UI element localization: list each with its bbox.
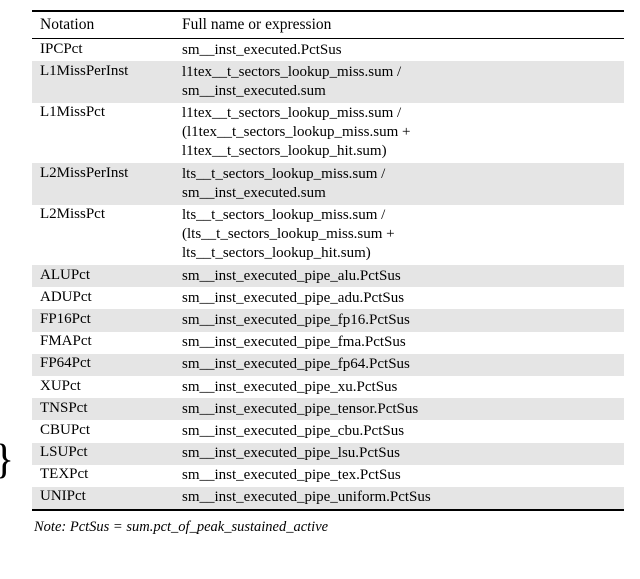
table-row: FMAPctsm__inst_executed_pipe_fma.PctSus <box>32 332 624 354</box>
table-row: L2MissPctlts__t_sectors_lookup_miss.sum … <box>32 205 624 266</box>
cell-notation: FP64Pct <box>32 354 174 376</box>
table-row: ALUPctsm__inst_executed_pipe_alu.PctSus <box>32 265 624 287</box>
cell-notation: CBUPct <box>32 420 174 442</box>
cell-expression: sm__inst_executed_pipe_uniform.PctSus <box>174 487 624 510</box>
footnote: Note: PctSus = sum.pct_of_peak_sustained… <box>32 519 624 536</box>
cell-notation: LSUPct <box>32 443 174 465</box>
cell-notation: TNSPct <box>32 398 174 420</box>
cell-notation: XUPct <box>32 376 174 398</box>
cell-notation: FP16Pct <box>32 309 174 331</box>
cell-notation: L2MissPerInst <box>32 163 174 204</box>
page-container: } Notation Full name or expression IPCPc… <box>0 0 640 579</box>
cell-expression: sm__inst_executed_pipe_adu.PctSus <box>174 287 624 309</box>
cell-expression: sm__inst_executed_pipe_lsu.PctSus <box>174 443 624 465</box>
left-brace-glyph: } <box>0 439 14 481</box>
cell-notation: ALUPct <box>32 265 174 287</box>
table-row: IPCPctsm__inst_executed.PctSus <box>32 39 624 62</box>
cell-notation: L1MissPerInst <box>32 61 174 102</box>
cell-notation: ADUPct <box>32 287 174 309</box>
header-expression: Full name or expression <box>174 11 624 39</box>
notation-table: Notation Full name or expression IPCPcts… <box>32 10 624 511</box>
table-row: TNSPctsm__inst_executed_pipe_tensor.PctS… <box>32 398 624 420</box>
table-row: UNIPctsm__inst_executed_pipe_uniform.Pct… <box>32 487 624 510</box>
table-row: FP64Pctsm__inst_executed_pipe_fp64.PctSu… <box>32 354 624 376</box>
cell-expression: sm__inst_executed.PctSus <box>174 39 624 62</box>
table-body: IPCPctsm__inst_executed.PctSusL1MissPerI… <box>32 39 624 511</box>
cell-expression: sm__inst_executed_pipe_tensor.PctSus <box>174 398 624 420</box>
table-row: ADUPctsm__inst_executed_pipe_adu.PctSus <box>32 287 624 309</box>
cell-expression: sm__inst_executed_pipe_fp64.PctSus <box>174 354 624 376</box>
cell-expression: lts__t_sectors_lookup_miss.sum / sm__ins… <box>174 163 624 204</box>
cell-expression: sm__inst_executed_pipe_fma.PctSus <box>174 332 624 354</box>
table-row: XUPctsm__inst_executed_pipe_xu.PctSus <box>32 376 624 398</box>
header-notation: Notation <box>32 11 174 39</box>
cell-expression: sm__inst_executed_pipe_alu.PctSus <box>174 265 624 287</box>
cell-notation: UNIPct <box>32 487 174 510</box>
table-row: L1MissPerInstl1tex__t_sectors_lookup_mis… <box>32 61 624 102</box>
table-row: FP16Pctsm__inst_executed_pipe_fp16.PctSu… <box>32 309 624 331</box>
cell-expression: l1tex__t_sectors_lookup_miss.sum / (l1te… <box>174 103 624 164</box>
table-row: CBUPctsm__inst_executed_pipe_cbu.PctSus <box>32 420 624 442</box>
cell-notation: L2MissPct <box>32 205 174 266</box>
cell-expression: lts__t_sectors_lookup_miss.sum / (lts__t… <box>174 205 624 266</box>
cell-expression: sm__inst_executed_pipe_cbu.PctSus <box>174 420 624 442</box>
cell-expression: sm__inst_executed_pipe_tex.PctSus <box>174 465 624 487</box>
cell-expression: sm__inst_executed_pipe_xu.PctSus <box>174 376 624 398</box>
table-row: L1MissPctl1tex__t_sectors_lookup_miss.su… <box>32 103 624 164</box>
cell-notation: IPCPct <box>32 39 174 62</box>
table-row: L2MissPerInstlts__t_sectors_lookup_miss.… <box>32 163 624 204</box>
table-row: LSUPctsm__inst_executed_pipe_lsu.PctSus <box>32 443 624 465</box>
table-header-row: Notation Full name or expression <box>32 11 624 39</box>
cell-expression: l1tex__t_sectors_lookup_miss.sum / sm__i… <box>174 61 624 102</box>
cell-notation: L1MissPct <box>32 103 174 164</box>
table-row: TEXPctsm__inst_executed_pipe_tex.PctSus <box>32 465 624 487</box>
cell-expression: sm__inst_executed_pipe_fp16.PctSus <box>174 309 624 331</box>
cell-notation: TEXPct <box>32 465 174 487</box>
cell-notation: FMAPct <box>32 332 174 354</box>
